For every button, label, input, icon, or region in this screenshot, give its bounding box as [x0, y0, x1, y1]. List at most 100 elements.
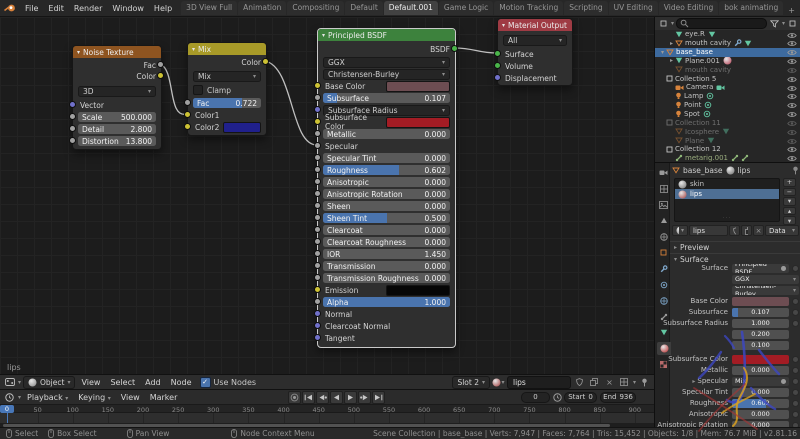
bsdf-transmission-roughness[interactable]: Transmission Roughness 0.000 [323, 273, 450, 283]
socket-bsdf-in[interactable] [313, 213, 321, 221]
eye-icon[interactable] [787, 138, 797, 145]
animate-dot[interactable] [792, 297, 799, 305]
outliner-row[interactable]: Plane [655, 136, 800, 145]
socket-bsdf-out[interactable] [450, 44, 458, 52]
outliner-row[interactable]: mouth cavity [655, 65, 800, 74]
workspace-tab[interactable]: Motion Tracking [494, 1, 564, 15]
prop-subsurface-radius-2[interactable]: 0.100 [670, 340, 800, 350]
bsdf-sheen-tint[interactable]: Sheen Tint 0.500 [323, 213, 450, 223]
socket-bsdf-in[interactable] [313, 129, 321, 137]
auto-keyframe-button[interactable] [288, 391, 301, 404]
tab-physics[interactable] [657, 294, 670, 307]
socket-noise-color[interactable] [156, 71, 164, 79]
eye-icon[interactable] [787, 67, 797, 74]
socket-out-displacement[interactable] [493, 73, 501, 81]
expand-arrow[interactable]: ▸ [668, 40, 675, 47]
node-menu-select[interactable]: Select [106, 378, 139, 387]
socket-noise-vector[interactable] [68, 100, 76, 108]
socket-bsdf-in[interactable] [313, 297, 321, 305]
prop-subsurface[interactable]: Subsurface 0.107 [670, 307, 800, 317]
prop-subsurface-radius-1[interactable]: 0.200 [670, 329, 800, 339]
fake-user-button[interactable] [729, 225, 740, 236]
noise-distortion-slider[interactable]: Distortion 13.800 [78, 136, 156, 146]
prop-specular-tint[interactable]: Specular Tint 0.000 [670, 387, 800, 397]
pin-icon[interactable] [638, 376, 651, 388]
bsdf-tangent[interactable]: Tangent [323, 333, 450, 343]
prop-specular[interactable]: ▸ Specular Mix [670, 376, 800, 386]
parent-node-tree-button[interactable] [618, 376, 631, 388]
prop-christensen-burley[interactable]: Christensen-Burley ▾ [670, 285, 800, 295]
bsdf-emission[interactable]: Emission [323, 284, 450, 296]
move-slot-up-button[interactable]: ▴ [783, 206, 796, 216]
eye-icon[interactable] [787, 93, 797, 100]
workspace-tab[interactable]: Scripting [564, 1, 608, 15]
timeline-menu-view[interactable]: View [117, 393, 144, 402]
workspace-tab[interactable]: Animation [238, 1, 287, 15]
bsdf-base-color[interactable]: Base Color [323, 80, 450, 92]
outliner-row[interactable]: eye.R [655, 30, 800, 39]
timeline-menu-playback[interactable]: Playback ▾ [23, 393, 72, 402]
animate-dot[interactable] [792, 264, 799, 272]
bsdf-clearcoat[interactable]: Clearcoat 0.000 [323, 225, 450, 235]
bsdf-ggx[interactable]: GGX ▾ [323, 56, 450, 68]
node-noise-texture[interactable]: ▾ Noise Texture Fac Color 3D ▾ Vector Scale 500… [72, 45, 162, 150]
workspace-tab[interactable]: Default.001 [383, 1, 438, 15]
expand-arrow[interactable]: ▸ [668, 57, 675, 64]
outliner-row[interactable]: Icosphere [655, 127, 800, 136]
outliner-row[interactable]: Spot [655, 110, 800, 119]
socket-bsdf-in[interactable] [313, 321, 321, 329]
material-slot[interactable]: lips [675, 189, 779, 199]
socket-bsdf-in[interactable] [313, 141, 321, 149]
frame-end-field[interactable]: End 936 [600, 391, 636, 403]
outliner-row[interactable]: ▸ Plane.001 [655, 56, 800, 66]
socket-bsdf-in[interactable] [313, 333, 321, 341]
prop-surface[interactable]: Surface Principled BSDF [670, 263, 800, 273]
tab-particles[interactable] [657, 278, 670, 291]
tab-object[interactable] [657, 246, 670, 259]
outliner-row[interactable]: Camera [655, 83, 800, 92]
frame-start-field[interactable]: Start 0 [564, 391, 597, 403]
socket-out-volume[interactable] [493, 61, 501, 69]
outliner-row[interactable]: Collection 12 [655, 145, 800, 154]
node-material-output[interactable]: ▾ Material Output All ▾ Surface Volume Displac… [497, 18, 573, 86]
editor-type-button[interactable] [3, 391, 16, 403]
socket-bsdf-in[interactable] [313, 177, 321, 185]
socket-bsdf-in[interactable] [313, 117, 321, 125]
menu-render[interactable]: Render [69, 4, 107, 13]
outliner-row[interactable]: metarig.001 [655, 154, 800, 162]
socket-bsdf-in[interactable] [313, 285, 321, 293]
socket-noise-fac[interactable] [156, 60, 164, 68]
bsdf-christensen-burley[interactable]: Christensen-Burley ▾ [323, 68, 450, 80]
tab-scene[interactable] [657, 214, 670, 227]
eye-icon[interactable] [787, 146, 797, 153]
prop-subsurface-radius-0[interactable]: Subsurface Radius 1.000 [663, 318, 800, 328]
outliner-row[interactable]: Point [655, 101, 800, 110]
socket-noise-detail[interactable] [68, 124, 76, 132]
menu-window[interactable]: Window [107, 4, 149, 13]
slot-dropdown[interactable]: Slot 2 ▾ [452, 375, 490, 389]
tab-view-layer[interactable] [657, 198, 670, 211]
move-slot-down-button[interactable]: ▾ [783, 216, 796, 225]
socket-bsdf-in[interactable] [313, 165, 321, 173]
socket-mix-color-out[interactable] [261, 57, 269, 65]
new-material-button[interactable] [588, 376, 601, 388]
workspace-tab[interactable]: UV Editing [608, 1, 658, 15]
socket-bsdf-in[interactable] [313, 225, 321, 233]
socket-bsdf-in[interactable] [313, 153, 321, 161]
bsdf-subsurface[interactable]: Subsurface 0.107 [323, 93, 450, 103]
expand-arrow[interactable]: ▾ [659, 49, 666, 56]
outliner-row[interactable]: ▸ mouth cavity [655, 39, 800, 48]
node-header[interactable]: ▾ Principled BSDF [318, 29, 455, 41]
outliner-row[interactable]: ▾ base_base [655, 47, 800, 57]
bsdf-subsurface-color[interactable]: Subsurface Color [323, 113, 450, 131]
socket-noise-distortion[interactable] [68, 136, 76, 144]
tab-world[interactable] [657, 230, 670, 243]
socket-bsdf-in[interactable] [313, 201, 321, 209]
list-resize-grip[interactable]: ... [675, 213, 779, 220]
tab-object-data[interactable] [657, 326, 670, 339]
bsdf-specular-tint[interactable]: Specular Tint 0.000 [323, 153, 450, 163]
outliner[interactable]: ▾ ▾ eye.R ▸ mouth cavity ▾ base_base ▸ P… [655, 17, 800, 163]
timeline[interactable]: ▾ Playback ▾ Keying ▾ View Marker 0 Start 0 E… [0, 390, 654, 427]
prop-anisotropic-rotation[interactable]: Anisotropic Rotation 0.000 [657, 420, 800, 427]
clamp-checkbox[interactable]: Clamp [193, 85, 261, 95]
